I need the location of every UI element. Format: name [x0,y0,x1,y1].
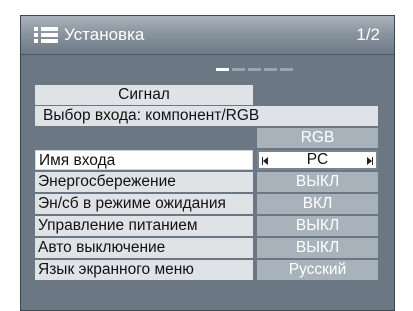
setting-input-name-value[interactable]: PC [257,150,378,170]
setting-auto-off-label[interactable]: Авто выключение [35,238,253,258]
setting-power-management-label[interactable]: Управление питанием [35,216,253,236]
menu-title: Установка [64,25,145,44]
page-dot [232,68,245,71]
setting-auto-off-value[interactable]: ВЫКЛ [257,238,378,258]
menu-header: Установка 1/2 [21,16,394,55]
menu-list-icon [34,27,58,43]
setting-power-save-label[interactable]: Энергосбережение [35,172,253,192]
osd-menu-panel: Установка 1/2 Сигнал Выбор входа: компон… [20,15,395,311]
setting-osd-language-value[interactable]: Русский [257,260,378,280]
setting-standby-save-value[interactable]: ВКЛ [257,194,378,214]
page-dot-active [216,68,229,71]
setting-power-save-value[interactable]: ВЫКЛ [257,172,378,192]
input-select-label[interactable]: Выбор входа: компонент/RGB [35,106,378,126]
setting-input-name-label[interactable]: Имя входа [35,150,253,170]
page-indicator: 1/2 [356,25,380,44]
setting-input-name-value-text: PC [306,151,329,168]
page-dot [280,68,293,71]
input-select-value[interactable]: RGB [257,128,378,148]
section-title-signal[interactable]: Сигнал [35,85,253,105]
arrow-right-bar-icon [372,157,373,165]
page-dot [264,68,277,71]
setting-osd-language-label[interactable]: Язык экранного меню [35,260,253,280]
setting-standby-save-label[interactable]: Эн/сб в режиме ожидания [35,194,253,214]
page-dot [248,68,261,71]
arrow-left-icon[interactable] [263,157,268,165]
setting-power-management-value[interactable]: ВЫКЛ [257,216,378,236]
